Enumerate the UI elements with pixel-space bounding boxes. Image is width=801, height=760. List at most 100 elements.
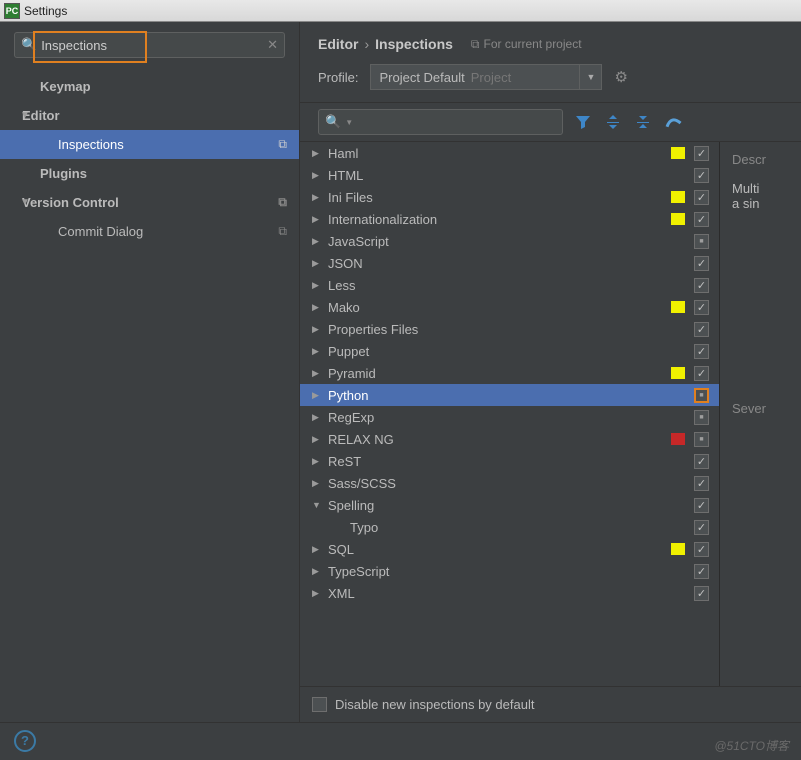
sidebar-item-commit-dialog[interactable]: Commit Dialog⧉ [0, 217, 299, 246]
category-checkbox[interactable] [694, 454, 709, 469]
severity-swatch [671, 543, 685, 555]
sidebar-search-input[interactable] [41, 38, 267, 53]
inspection-category-typescript[interactable]: ▶TypeScript [300, 560, 719, 582]
sidebar-item-editor[interactable]: ▼Editor [0, 101, 299, 130]
category-checkbox[interactable] [694, 344, 709, 359]
inspection-category-typo[interactable]: Typo [300, 516, 719, 538]
disable-checkbox[interactable] [312, 697, 327, 712]
category-checkbox[interactable] [694, 190, 709, 205]
category-checkbox[interactable] [694, 278, 709, 293]
help-button[interactable]: ? [14, 730, 36, 752]
chevron-right-icon: ▶ [312, 368, 319, 379]
inspection-category-less[interactable]: ▶Less [300, 274, 719, 296]
chevron-right-icon: ▶ [312, 236, 319, 247]
category-checkbox[interactable] [694, 146, 709, 161]
copy-icon: ⧉ [471, 37, 480, 52]
expand-all-icon[interactable] [603, 112, 623, 132]
category-checkbox[interactable] [694, 564, 709, 579]
category-label: JSON [328, 256, 363, 271]
chevron-down-icon[interactable]: ▼ [345, 118, 353, 127]
sidebar-search[interactable]: 🔍 ✕ [14, 32, 285, 58]
inspection-category-haml[interactable]: ▶Haml [300, 142, 719, 164]
inspection-category-json[interactable]: ▶JSON [300, 252, 719, 274]
inspection-category-xml[interactable]: ▶XML [300, 582, 719, 604]
inspection-category-pyramid[interactable]: ▶ Pyramid [300, 362, 719, 384]
inspections-tree[interactable]: ▶Haml▶HTML▶Ini Files▶Internationalizatio… [300, 142, 720, 686]
settings-tree: Keymap▼EditorInspections⧉Plugins▼Version… [0, 66, 299, 722]
chevron-right-icon: ▶ [312, 280, 319, 291]
profile-select[interactable]: Project Default Project ▼ [370, 64, 602, 90]
category-checkbox[interactable] [694, 432, 709, 447]
category-checkbox[interactable] [694, 476, 709, 491]
sidebar-item-plugins[interactable]: Plugins [0, 159, 299, 188]
inspection-category-python[interactable]: ▶Python [300, 384, 719, 406]
clear-search-icon[interactable]: ✕ [267, 37, 278, 53]
category-label: XML [328, 586, 355, 601]
chevron-right-icon: ▶ [312, 412, 319, 423]
sidebar-item-inspections[interactable]: Inspections⧉ [0, 130, 299, 159]
category-checkbox[interactable] [694, 300, 709, 315]
chevron-down-icon[interactable]: ▼ [580, 64, 602, 90]
category-checkbox[interactable] [694, 168, 709, 183]
copy-icon: ⧉ [278, 224, 287, 239]
sidebar-item-label: Plugins [40, 166, 87, 181]
disable-label: Disable new inspections by default [335, 697, 534, 712]
breadcrumb-leaf: Inspections [375, 36, 453, 52]
chevron-right-icon: ▶ [312, 434, 319, 445]
sidebar-item-keymap[interactable]: Keymap [0, 72, 299, 101]
inspection-category-sass-scss[interactable]: ▶Sass/SCSS [300, 472, 719, 494]
category-checkbox[interactable] [694, 234, 709, 249]
profile-value: Project Default [379, 70, 464, 85]
search-icon: 🔍 [325, 114, 341, 130]
category-checkbox[interactable] [694, 322, 709, 337]
category-label: RELAX NG [328, 432, 394, 447]
category-checkbox[interactable] [694, 520, 709, 535]
category-checkbox[interactable] [694, 212, 709, 227]
category-label: Python [328, 388, 368, 403]
current-project-label: For current project [484, 37, 582, 51]
inspection-category-rest[interactable]: ▶ReST [300, 450, 719, 472]
category-checkbox[interactable] [694, 410, 709, 425]
category-label: Typo [350, 520, 378, 535]
severity-swatch [671, 213, 685, 225]
reset-icon[interactable] [663, 112, 683, 132]
window-title: Settings [24, 4, 67, 18]
category-checkbox[interactable] [694, 388, 709, 403]
inspection-category-regexp[interactable]: ▶RegExp [300, 406, 719, 428]
inspection-category-properties-files[interactable]: ▶Properties Files [300, 318, 719, 340]
inspection-category-puppet[interactable]: ▶Puppet [300, 340, 719, 362]
filter-icon[interactable] [573, 112, 593, 132]
inspection-category-html[interactable]: ▶HTML [300, 164, 719, 186]
sidebar-item-version-control[interactable]: ▼Version Control⧉ [0, 188, 299, 217]
chevron-right-icon: ▶ [312, 302, 319, 313]
category-checkbox[interactable] [694, 542, 709, 557]
inspection-category-sql[interactable]: ▶SQL [300, 538, 719, 560]
inspection-category-javascript[interactable]: ▶ JavaScript [300, 230, 719, 252]
inspections-toolbar: 🔍 ▼ [300, 102, 801, 142]
watermark: @51CTO博客 [714, 737, 789, 754]
inspection-category-ini-files[interactable]: ▶Ini Files [300, 186, 719, 208]
breadcrumb-root: Editor [318, 36, 358, 52]
category-checkbox[interactable] [694, 586, 709, 601]
collapse-all-icon[interactable] [633, 112, 653, 132]
gear-icon[interactable]: ⚙ [614, 68, 627, 86]
sidebar-item-label: Inspections [58, 137, 124, 152]
disable-new-inspections-row[interactable]: Disable new inspections by default [300, 686, 801, 722]
inspection-category-internationalization[interactable]: ▶Internationalization [300, 208, 719, 230]
inspection-category-mako[interactable]: ▶Mako [300, 296, 719, 318]
chevron-icon: ▼ [20, 197, 30, 208]
category-label: Pyramid [328, 366, 376, 381]
app-icon: PC [4, 3, 20, 19]
inspections-search[interactable]: 🔍 ▼ [318, 109, 563, 135]
category-checkbox[interactable] [694, 256, 709, 271]
inspection-category-spelling[interactable]: ▼Spelling [300, 494, 719, 516]
category-checkbox[interactable] [694, 498, 709, 513]
chevron-down-icon: ▼ [312, 500, 321, 510]
category-label: Properties Files [328, 322, 418, 337]
inspection-category-relax-ng[interactable]: ▶ RELAX NG [300, 428, 719, 450]
category-checkbox[interactable] [694, 366, 709, 381]
category-label: ReST [328, 454, 361, 469]
category-label: JavaScript [328, 234, 389, 249]
chevron-right-icon: ▶ [312, 214, 319, 225]
chevron-right-icon: ▶ [312, 148, 319, 159]
